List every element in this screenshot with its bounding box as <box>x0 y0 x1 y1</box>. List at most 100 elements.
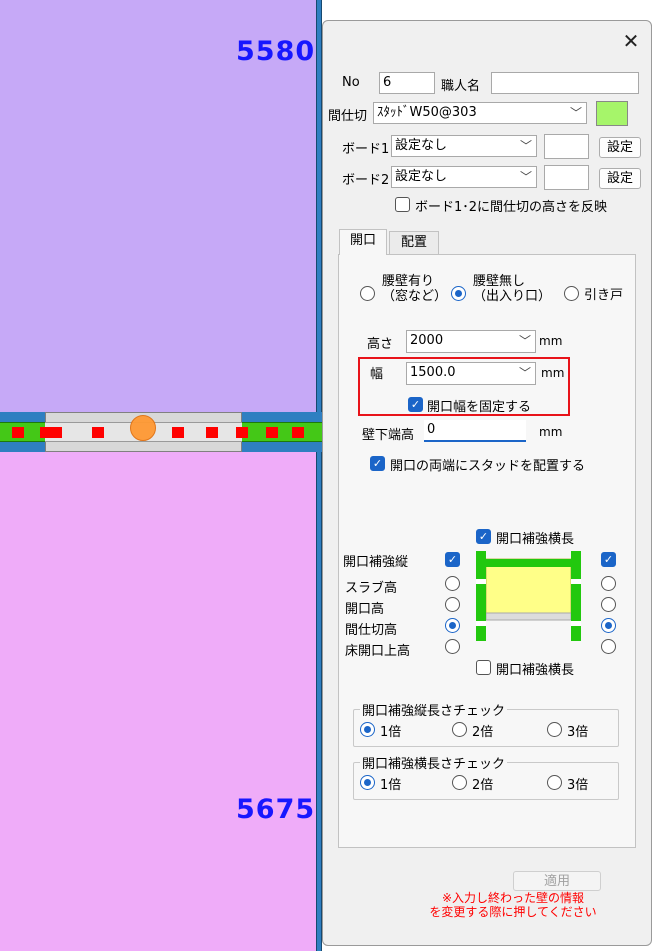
height-unit: mm <box>539 334 563 348</box>
tab-placement[interactable]: 配置 <box>389 231 439 254</box>
board2-label: ボード2 <box>342 173 390 188</box>
worker-label: 職人名 <box>441 79 481 94</box>
board1-color-field[interactable] <box>544 134 589 159</box>
reinforce-horizontal-top-label: 開口補強横長 <box>496 532 575 547</box>
stud-marker <box>92 427 104 438</box>
apply-note: ※入力し終わった壁の情報 を変更する際に押してください <box>383 891 643 919</box>
room-number-top: 5580 <box>236 36 316 67</box>
waist-wall-label: 腰壁有り （窓など） <box>382 274 447 304</box>
width-unit: mm <box>541 366 565 380</box>
no-label: No <box>342 75 360 90</box>
room-number-bottom: 5675 <box>236 794 316 825</box>
board2-select[interactable]: 設定なし ﹀ <box>391 166 537 188</box>
partition-select-value: ｽﾀｯﾄﾞW50@303 <box>377 105 477 120</box>
right-opening-height-radio[interactable] <box>601 597 616 612</box>
reinforce-horizontal-top-checkbox[interactable]: ✓ <box>476 529 491 544</box>
board1-label: ボード1 <box>342 142 390 157</box>
reinforce-vertical-label: 開口補強縦 <box>343 555 409 570</box>
reinforcement-diagram <box>476 551 581 641</box>
board1-set-button[interactable]: 設定 <box>599 137 641 158</box>
no-waist-wall-radio[interactable] <box>451 286 466 301</box>
reinforce-vertical-right-checkbox[interactable]: ✓ <box>601 552 616 567</box>
stud-both-ends-checkbox[interactable]: ✓ <box>370 456 385 471</box>
stud-marker <box>206 427 218 438</box>
wall-grip-handle[interactable] <box>130 415 156 441</box>
right-floor-opening-height-radio[interactable] <box>601 639 616 654</box>
no-waist-wall-label: 腰壁無し （出入り口） <box>473 274 551 304</box>
left-floor-opening-height-radio[interactable] <box>445 639 460 654</box>
selected-wall[interactable] <box>0 412 322 452</box>
sliding-door-label: 引き戸 <box>584 288 624 303</box>
worker-name-field[interactable] <box>491 72 639 94</box>
vertical-1x-radio[interactable] <box>360 722 375 737</box>
width-select[interactable]: 1500.0 ﹀ <box>406 362 536 385</box>
reinforce-horizontal-bottom-label: 開口補強横長 <box>496 663 575 678</box>
horizontal-1x-radio[interactable] <box>360 775 375 790</box>
height-option-floor-opening-label: 床開口上高 <box>345 644 411 659</box>
height-select[interactable]: 2000 ﹀ <box>406 330 536 353</box>
fix-width-label: 開口幅を固定する <box>427 400 532 415</box>
vertical-1x-label: 1倍 <box>380 725 402 740</box>
horizontal-3x-label: 3倍 <box>567 778 589 793</box>
horizontal-1x-label: 1倍 <box>380 778 402 793</box>
vertical-length-check-title: 開口補強縦長さチェック <box>360 700 508 719</box>
board2-set-button[interactable]: 設定 <box>599 168 641 189</box>
vertical-2x-radio[interactable] <box>452 722 467 737</box>
stud-marker <box>266 427 278 438</box>
room-bottom-area <box>0 452 316 951</box>
bottom-height-label: 壁下端高 <box>362 428 415 443</box>
chevron-down-icon: ﹀ <box>518 334 531 348</box>
horizontal-3x-radio[interactable] <box>547 775 562 790</box>
waist-wall-label-line1: 腰壁有り <box>382 274 435 289</box>
height-option-opening-label: 開口高 <box>345 602 385 617</box>
right-slab-height-radio[interactable] <box>601 576 616 591</box>
height-select-value: 2000 <box>410 333 444 348</box>
left-slab-height-radio[interactable] <box>445 576 460 591</box>
stud-marker <box>40 427 62 438</box>
vertical-2x-label: 2倍 <box>472 725 494 740</box>
chevron-down-icon: ﹀ <box>519 139 532 153</box>
waist-wall-radio[interactable] <box>360 286 375 301</box>
waist-wall-label-line2: （窓など） <box>382 289 448 304</box>
chevron-down-icon: ﹀ <box>519 170 532 184</box>
bottom-height-input[interactable]: 0 <box>424 420 526 442</box>
board1-select[interactable]: 設定なし ﹀ <box>391 135 537 157</box>
board2-select-value: 設定なし <box>395 169 448 184</box>
partition-select[interactable]: ｽﾀｯﾄﾞW50@303 ﹀ <box>373 102 587 124</box>
wall-settings-dialog: ✕ No 6 職人名 間仕切 ｽﾀｯﾄﾞW50@303 ﹀ ボード1 設定なし … <box>322 20 652 946</box>
close-icon[interactable]: ✕ <box>619 29 643 53</box>
apply-button[interactable]: 適用 <box>513 871 601 891</box>
reflect-height-label: ボード1･2に間仕切の高さを反映 <box>415 200 608 215</box>
chevron-down-icon: ﹀ <box>518 366 531 380</box>
reflect-height-checkbox[interactable]: ✓ <box>395 197 410 212</box>
bottom-height-unit: mm <box>539 425 563 439</box>
left-partition-height-radio[interactable] <box>445 618 460 633</box>
vertical-3x-radio[interactable] <box>547 722 562 737</box>
board1-select-value: 設定なし <box>395 138 448 153</box>
apply-note-line1: ※入力し終わった壁の情報 <box>441 891 585 905</box>
no-waist-label-line1: 腰壁無し <box>473 274 526 289</box>
partition-color-swatch[interactable] <box>596 101 628 126</box>
apply-note-line2: を変更する際に押してください <box>429 905 597 919</box>
horizontal-2x-label: 2倍 <box>472 778 494 793</box>
no-waist-label-line2: （出入り口） <box>473 289 552 304</box>
chevron-down-icon: ﹀ <box>569 106 582 120</box>
width-label: 幅 <box>370 367 384 382</box>
tab-opening[interactable]: 開口 <box>339 229 387 255</box>
no-field[interactable]: 6 <box>379 72 435 94</box>
right-partition-height-radio[interactable] <box>601 618 616 633</box>
reinforce-horizontal-bottom-checkbox[interactable]: ✓ <box>476 660 491 675</box>
board2-color-field[interactable] <box>544 165 589 190</box>
reinforce-vertical-left-checkbox[interactable]: ✓ <box>445 552 460 567</box>
stud-marker <box>236 427 248 438</box>
stud-marker <box>12 427 24 438</box>
fix-width-checkbox[interactable]: ✓ <box>408 397 423 412</box>
height-label: 高さ <box>367 337 394 352</box>
vertical-3x-label: 3倍 <box>567 725 589 740</box>
horizontal-length-check-title: 開口補強横長さチェック <box>360 753 508 772</box>
horizontal-2x-radio[interactable] <box>452 775 467 790</box>
sliding-door-radio[interactable] <box>564 286 579 301</box>
height-option-slab-label: スラブ高 <box>345 581 398 596</box>
stud-marker <box>292 427 304 438</box>
left-opening-height-radio[interactable] <box>445 597 460 612</box>
